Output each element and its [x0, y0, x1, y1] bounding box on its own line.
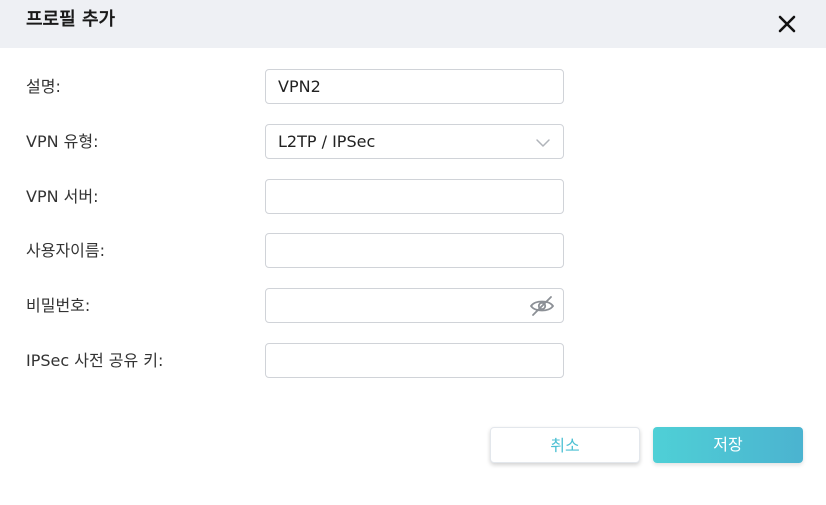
eye-off-icon[interactable] [529, 294, 555, 318]
password-label: 비밀번호: [26, 296, 91, 315]
password-input[interactable] [266, 289, 563, 322]
vpn-type-value: L2TP / IPSec [278, 132, 376, 151]
close-icon[interactable] [774, 11, 800, 37]
psk-input[interactable] [266, 344, 563, 377]
vpn-server-label: VPN 서버: [26, 187, 99, 206]
dialog-header: 프로필 추가 [0, 0, 826, 48]
psk-field-wrapper [265, 343, 564, 378]
password-field-wrapper [265, 288, 564, 323]
row-vpn-type: VPN 유형: L2TP / IPSec [0, 124, 826, 160]
username-input[interactable] [266, 234, 563, 267]
cancel-button[interactable]: 취소 [490, 427, 640, 463]
row-username: 사용자이름: [0, 233, 826, 269]
username-label: 사용자이름: [26, 241, 105, 260]
description-field-wrapper [265, 69, 564, 104]
row-vpn-server: VPN 서버: [0, 179, 826, 215]
description-label: 설명: [26, 77, 61, 96]
username-field-wrapper [265, 233, 564, 268]
chevron-down-icon [535, 135, 551, 149]
save-button[interactable]: 저장 [653, 427, 803, 463]
vpn-server-input[interactable] [266, 180, 563, 213]
vpn-type-label: VPN 유형: [26, 132, 99, 151]
vpn-server-field-wrapper [265, 179, 564, 214]
row-password: 비밀번호: [0, 288, 826, 324]
dialog-title: 프로필 추가 [26, 9, 116, 30]
row-description: 설명: [0, 69, 826, 105]
psk-label: IPSec 사전 공유 키: [26, 351, 164, 370]
description-input[interactable] [266, 70, 563, 103]
vpn-type-select[interactable]: L2TP / IPSec [265, 124, 564, 159]
row-psk: IPSec 사전 공유 키: [0, 343, 826, 379]
add-profile-dialog: 프로필 추가 설명: VPN 유형: L2TP / IPSec VPN 서버: [0, 0, 826, 505]
